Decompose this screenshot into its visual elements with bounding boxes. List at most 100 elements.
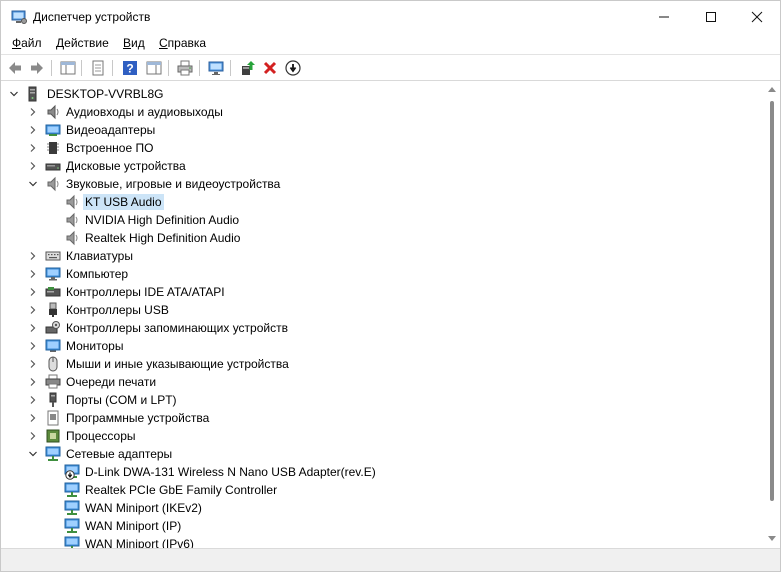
tree-node-row[interactable]: Мыши и иные указывающие устройства bbox=[2, 355, 766, 373]
close-button[interactable] bbox=[734, 1, 780, 33]
audio-io-icon bbox=[47, 104, 59, 120]
expand-chevron-icon[interactable] bbox=[27, 250, 39, 262]
print-button[interactable] bbox=[176, 59, 194, 77]
properties-button[interactable] bbox=[89, 59, 107, 77]
tree-node-row[interactable]: Порты (COM и LPT) bbox=[2, 391, 766, 409]
tree-node-label: Мыши и иные указывающие устройства bbox=[66, 357, 289, 371]
expand-chevron-icon[interactable] bbox=[27, 304, 39, 316]
menu-help[interactable]: Справка bbox=[159, 35, 206, 51]
expand-chevron-icon[interactable] bbox=[27, 124, 39, 136]
menu-view[interactable]: Вид bbox=[123, 35, 145, 51]
maximize-icon bbox=[706, 12, 716, 22]
expand-chevron-icon[interactable] bbox=[27, 286, 39, 298]
collapse-chevron-icon[interactable] bbox=[27, 178, 39, 190]
forward-button[interactable] bbox=[28, 59, 46, 77]
software-device-icon bbox=[47, 410, 59, 426]
minimize-button[interactable] bbox=[641, 1, 687, 33]
firmware-icon bbox=[47, 142, 59, 154]
tree-root-row[interactable]: DESKTOP-VVRBL8G bbox=[2, 85, 766, 103]
expand-chevron-icon[interactable] bbox=[27, 412, 39, 424]
expand-chevron-icon[interactable] bbox=[27, 106, 39, 118]
title-bar[interactable]: Диспетчер устройств bbox=[1, 1, 780, 33]
expand-chevron-icon[interactable] bbox=[27, 142, 39, 154]
console-tree-button[interactable] bbox=[59, 59, 77, 77]
maximize-button[interactable] bbox=[688, 1, 734, 33]
expand-chevron-icon[interactable] bbox=[27, 394, 39, 406]
print-icon bbox=[177, 60, 193, 76]
tree-node-row[interactable]: Мониторы bbox=[2, 337, 766, 355]
expand-chevron-icon[interactable] bbox=[27, 340, 39, 352]
tree-child-row[interactable]: WAN Miniport (IP) bbox=[2, 517, 766, 535]
tree-node-label: Процессоры bbox=[66, 429, 136, 443]
disable-device-button[interactable] bbox=[284, 59, 302, 77]
toolbar-separator bbox=[199, 60, 200, 76]
expand-chevron-icon[interactable] bbox=[27, 268, 39, 280]
tree-child-row[interactable]: Realtek High Definition Audio bbox=[2, 229, 766, 247]
tree-child-row[interactable]: D-Link DWA-131 Wireless N Nano USB Adapt… bbox=[2, 463, 766, 481]
tree-node-label: Контроллеры USB bbox=[66, 303, 169, 317]
expand-chevron-icon[interactable] bbox=[27, 160, 39, 172]
menu-file-label: айл bbox=[21, 36, 42, 50]
update-driver-button[interactable] bbox=[239, 59, 257, 77]
uninstall-button[interactable] bbox=[261, 59, 279, 77]
menu-action[interactable]: Действие bbox=[56, 35, 109, 51]
details-pane-button[interactable] bbox=[145, 59, 163, 77]
tree-node-row[interactable]: Клавиатуры bbox=[2, 247, 766, 265]
tree-node-row[interactable]: Очереди печати bbox=[2, 373, 766, 391]
monitor-icon bbox=[45, 339, 61, 352]
tree-node-row[interactable]: Сетевые адаптеры bbox=[2, 445, 766, 463]
tree-child-row[interactable]: WAN Miniport (IPv6) bbox=[2, 535, 766, 548]
tree-node-row[interactable]: Процессоры bbox=[2, 427, 766, 445]
collapse-chevron-icon[interactable] bbox=[8, 88, 20, 100]
tree-node-label: Мониторы bbox=[66, 339, 124, 353]
network-adapter-icon bbox=[45, 446, 61, 461]
toolbar: ? bbox=[1, 54, 780, 81]
keyboard-icon bbox=[45, 251, 61, 261]
tree-child-row[interactable]: WAN Miniport (IKEv2) bbox=[2, 499, 766, 517]
tree-node-row[interactable]: Компьютер bbox=[2, 265, 766, 283]
printer-icon bbox=[45, 374, 61, 389]
menu-help-accel: С bbox=[159, 36, 168, 50]
tree-node-label: Программные устройства bbox=[66, 411, 210, 425]
tree-child-row[interactable]: NVIDIA High Definition Audio bbox=[2, 211, 766, 229]
tree-root-label: DESKTOP-VVRBL8G bbox=[47, 87, 164, 101]
details-pane-icon bbox=[146, 61, 162, 75]
toolbar-separator bbox=[168, 60, 169, 76]
tree-node-row[interactable]: Контроллеры USB bbox=[2, 301, 766, 319]
toolbar-separator bbox=[112, 60, 113, 76]
tree-node-row[interactable]: Встроенное ПО bbox=[2, 139, 766, 157]
collapse-chevron-icon[interactable] bbox=[27, 448, 39, 460]
tree-node-row[interactable]: Контроллеры IDE ATA/ATAPI bbox=[2, 283, 766, 301]
help-button[interactable]: ? bbox=[121, 59, 139, 77]
speaker-icon bbox=[66, 194, 78, 210]
tree-child-row[interactable]: KT USB Audio bbox=[2, 193, 766, 211]
tree-node-row[interactable]: Контроллеры запоминающих устройств bbox=[2, 319, 766, 337]
tree-child-row[interactable]: Realtek PCIe GbE Family Controller bbox=[2, 481, 766, 499]
scan-hardware-button[interactable] bbox=[207, 59, 225, 77]
tree-node-row[interactable]: Дисковые устройства bbox=[2, 157, 766, 175]
display-adapter-icon bbox=[45, 124, 61, 136]
expand-chevron-icon[interactable] bbox=[27, 430, 39, 442]
tree-node-label: Контроллеры IDE ATA/ATAPI bbox=[66, 285, 225, 299]
tree-node-row[interactable]: Видеоадаптеры bbox=[2, 121, 766, 139]
tree-node-label: WAN Miniport (IP) bbox=[85, 519, 182, 533]
tree-node-label: Контроллеры запоминающих устройств bbox=[66, 321, 288, 335]
expand-chevron-icon[interactable] bbox=[27, 322, 39, 334]
back-button[interactable] bbox=[6, 59, 24, 77]
expand-chevron-icon[interactable] bbox=[27, 358, 39, 370]
scrollbar-thumb[interactable] bbox=[770, 101, 774, 501]
device-tree[interactable]: DESKTOP-VVRBL8G Аудиовходы и аудиовыходы… bbox=[2, 83, 766, 548]
processor-icon bbox=[46, 429, 60, 443]
tree-node-row[interactable]: Звуковые, игровые и видеоустройства bbox=[2, 175, 766, 193]
menu-file[interactable]: Файл bbox=[12, 35, 42, 51]
expand-chevron-icon[interactable] bbox=[27, 376, 39, 388]
port-icon bbox=[49, 392, 57, 407]
scan-hardware-icon bbox=[208, 61, 224, 75]
menu-file-accel: Ф bbox=[12, 36, 22, 50]
vertical-scrollbar[interactable] bbox=[766, 83, 780, 548]
tree-node-row[interactable]: Программные устройства bbox=[2, 409, 766, 427]
scroll-down-arrow-icon[interactable] bbox=[768, 536, 776, 541]
forward-icon bbox=[31, 62, 43, 74]
scroll-up-arrow-icon[interactable] bbox=[768, 87, 776, 92]
tree-node-row[interactable]: Аудиовходы и аудиовыходы bbox=[2, 103, 766, 121]
